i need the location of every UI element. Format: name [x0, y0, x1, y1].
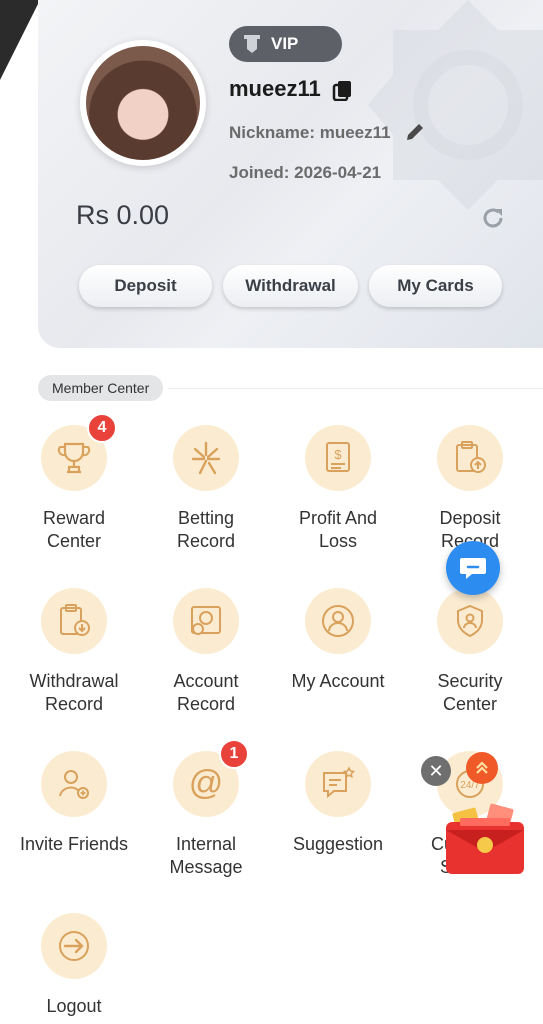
menu-icon-circle — [173, 588, 239, 654]
close-icon: ✕ — [428, 760, 444, 781]
refresh-icon[interactable] — [480, 205, 506, 231]
close-promo-button[interactable]: ✕ — [421, 756, 451, 786]
menu-icon-circle — [437, 588, 503, 654]
vip-label: VIP — [271, 34, 299, 53]
deposit-button[interactable]: Deposit — [79, 265, 212, 307]
withdrawal-record-icon — [60, 604, 90, 636]
chat-button[interactable] — [446, 541, 500, 595]
user-icon — [322, 605, 354, 637]
profit-loss-icon: $ — [326, 442, 350, 472]
menu-icon-circle — [41, 588, 107, 654]
menu-internal-message[interactable]: @ 1 Internal Message — [140, 739, 272, 879]
vip-shield-icon — [244, 35, 260, 53]
menu-logout[interactable]: Logout — [8, 913, 140, 1018]
menu-icon-circle: @ 1 — [173, 739, 249, 817]
menu-label: Internal Message — [169, 834, 243, 877]
red-envelope-promo-icon[interactable] — [440, 800, 528, 880]
menu-icon-circle — [437, 425, 503, 491]
menu-account-record[interactable]: Account Record — [140, 588, 272, 716]
menu-my-account[interactable]: My Account — [272, 588, 404, 693]
trophy-icon — [57, 442, 91, 474]
my-cards-button[interactable]: My Cards — [369, 265, 502, 307]
menu-invite-friends[interactable]: Invite Friends — [8, 751, 140, 856]
scroll-top-button[interactable] — [466, 752, 498, 784]
notification-badge: 1 — [219, 739, 249, 769]
menu-icon-circle — [305, 588, 371, 654]
vip-badge[interactable]: VIP — [229, 26, 342, 62]
menu-security-center[interactable]: Security Center — [404, 588, 536, 716]
menu-label: Account Record — [173, 671, 239, 714]
at-sign-icon: @ — [189, 764, 224, 802]
menu-icon-circle: $ — [305, 425, 371, 491]
section-divider — [168, 388, 543, 389]
betting-record-icon — [191, 441, 221, 475]
withdrawal-button[interactable]: Withdrawal — [223, 265, 358, 307]
menu-suggestion[interactable]: Suggestion — [272, 751, 404, 856]
menu-betting-record[interactable]: Betting Record — [140, 425, 272, 553]
menu-deposit-record[interactable]: Deposit Record — [404, 425, 536, 553]
invite-friends-icon — [59, 770, 89, 799]
username: mueez11 — [229, 76, 321, 101]
section-title: Member Center — [38, 375, 164, 401]
menu-label: Security Center — [437, 671, 503, 714]
corner-decoration — [0, 0, 40, 80]
menu-label: Withdrawal Record — [29, 671, 119, 714]
logout-icon — [59, 931, 89, 961]
vip-emblem-watermark-icon — [368, 0, 543, 210]
notification-badge: 4 — [87, 413, 117, 443]
menu-icon-circle — [173, 425, 239, 491]
menu-withdrawal-record[interactable]: Withdrawal Record — [8, 588, 140, 716]
joined-date: Joined: 2026-04-21 — [229, 163, 382, 182]
menu-label: Logout — [46, 996, 102, 1016]
nickname: Nickname: mueez11 — [229, 123, 391, 142]
menu-profit-loss[interactable]: $ Profit And Loss — [272, 425, 404, 553]
copy-icon[interactable] — [332, 79, 354, 101]
edit-pencil-icon[interactable] — [404, 121, 426, 143]
menu-icon-circle — [41, 913, 107, 979]
chevron-up-icon — [476, 761, 488, 774]
menu-label: Betting Record — [176, 508, 236, 551]
deposit-record-icon — [456, 441, 486, 473]
menu-label: Reward Center — [42, 508, 106, 551]
security-shield-icon — [457, 604, 483, 638]
menu-label: Suggestion — [292, 834, 384, 854]
avatar[interactable] — [80, 40, 206, 166]
svg-text:@: @ — [189, 764, 224, 802]
menu-icon-circle — [305, 751, 371, 817]
menu-label: My Account — [291, 671, 385, 691]
suggestion-icon — [323, 766, 356, 799]
avatar-image — [86, 46, 200, 160]
menu-icon-circle: 4 — [41, 413, 117, 491]
wallet-balance: Rs 0.00 — [76, 200, 170, 230]
menu-label: Profit And Loss — [298, 508, 378, 551]
menu-reward-center[interactable]: 4 Reward Center — [8, 413, 140, 553]
svg-text:$: $ — [334, 447, 342, 462]
menu-icon-circle — [41, 751, 107, 817]
chat-bubble-icon — [460, 558, 486, 579]
menu-label: Invite Friends — [19, 834, 129, 854]
account-record-icon — [191, 606, 221, 635]
